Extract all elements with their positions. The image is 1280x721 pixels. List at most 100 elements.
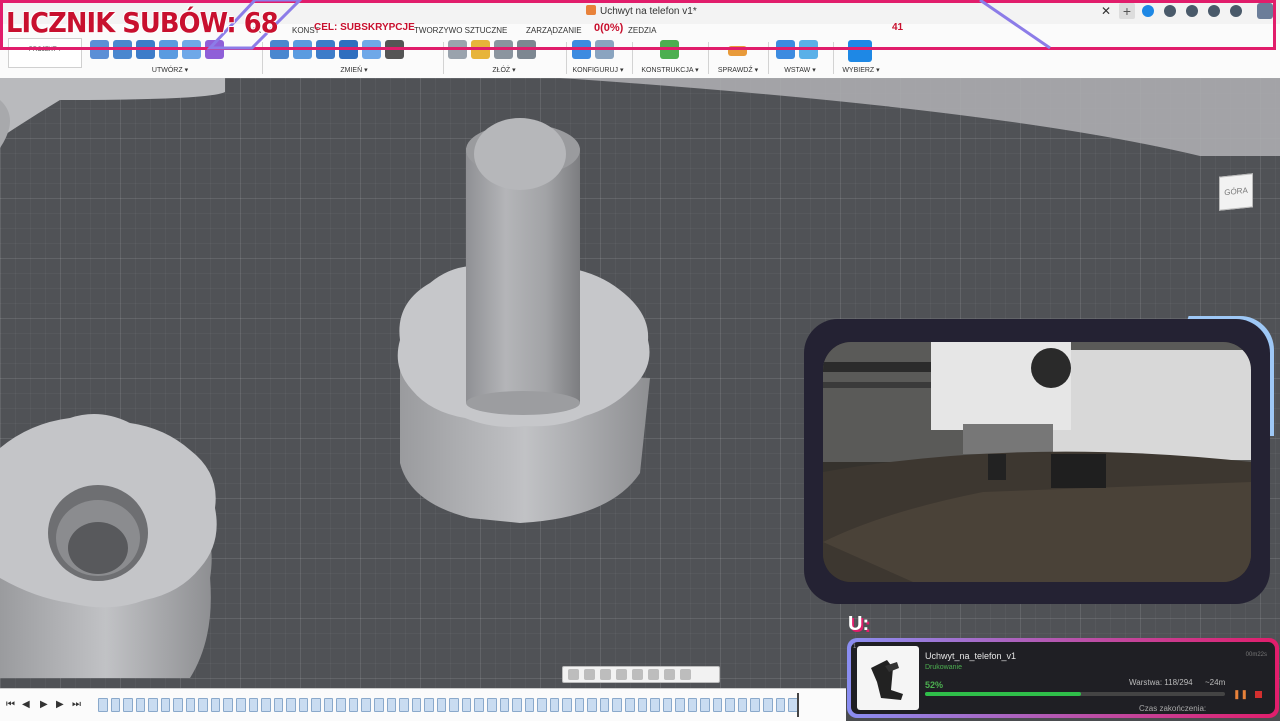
timeline-feature[interactable] <box>599 698 610 712</box>
move-icon[interactable] <box>385 40 404 59</box>
timeline-feature[interactable] <box>98 698 108 712</box>
construct-menu[interactable]: KONSTRUKCJA ▾ <box>638 66 702 74</box>
insert-derive-icon[interactable] <box>776 40 795 59</box>
partial-part-top-left[interactable] <box>0 78 225 138</box>
timeline-feature[interactable] <box>311 698 321 712</box>
timeline-feature[interactable] <box>424 698 434 712</box>
timeline-feature[interactable] <box>261 698 271 712</box>
configure-menu[interactable]: KONFIGURUJ ▾ <box>570 66 626 74</box>
timeline-next-icon[interactable]: ▶ <box>56 699 64 710</box>
viewports-icon[interactable] <box>680 669 691 680</box>
timeline-feature[interactable] <box>374 698 384 712</box>
select-icon[interactable] <box>848 40 872 62</box>
timeline-feature[interactable] <box>675 698 685 712</box>
timeline-marker[interactable] <box>797 693 799 717</box>
timeline-feature[interactable] <box>737 698 748 712</box>
measure-icon[interactable] <box>728 46 747 56</box>
timeline-feature[interactable] <box>662 698 673 712</box>
timeline-feature[interactable] <box>198 698 208 712</box>
create-menu[interactable]: UTWÓRZ ▾ <box>90 66 250 74</box>
insert-canvas-icon[interactable] <box>799 40 818 59</box>
extensions-icon[interactable] <box>1142 5 1154 17</box>
pause-icon[interactable]: ❚❚ <box>1233 689 1248 700</box>
timeline-feature[interactable] <box>562 698 572 712</box>
timeline-feature[interactable] <box>298 698 309 712</box>
online-status-icon[interactable] <box>1186 5 1198 17</box>
as-built-joint-icon[interactable] <box>494 40 513 59</box>
timeline-feature[interactable] <box>725 698 735 712</box>
timeline-feature[interactable] <box>286 698 296 712</box>
timeline-feature[interactable] <box>637 698 648 712</box>
timeline-feature[interactable] <box>185 698 196 712</box>
timeline-feature[interactable] <box>549 698 560 712</box>
timeline-feature[interactable] <box>173 698 183 712</box>
timeline-feature[interactable] <box>123 698 133 712</box>
timeline-feature[interactable] <box>148 698 158 712</box>
timeline-feature[interactable] <box>361 698 372 712</box>
timeline-feature[interactable] <box>474 698 484 712</box>
timeline-first-icon[interactable]: ⏮ <box>6 699 15 710</box>
timeline-feature[interactable] <box>574 698 585 712</box>
timeline-feature[interactable] <box>624 698 635 712</box>
joint-icon[interactable] <box>471 40 490 59</box>
timeline-feature[interactable] <box>775 698 786 712</box>
tab-manage[interactable]: ZARZĄDZANIE <box>526 26 582 35</box>
modify-menu[interactable]: ZMIEŃ ▾ <box>270 66 438 74</box>
timeline-feature[interactable] <box>750 698 760 712</box>
create-sketch-icon[interactable] <box>90 40 109 59</box>
timeline-feature[interactable] <box>399 698 409 712</box>
form-icon[interactable] <box>205 40 224 59</box>
timeline-last-icon[interactable]: ⏭ <box>72 699 81 710</box>
timeline-feature[interactable] <box>712 698 723 712</box>
timeline-feature[interactable] <box>386 698 397 712</box>
stop-icon[interactable] <box>1255 691 1262 698</box>
joint-origin-icon[interactable] <box>517 40 536 59</box>
timeline-feature[interactable] <box>700 698 710 712</box>
new-component-icon[interactable] <box>448 40 467 59</box>
grid-settings-icon[interactable] <box>664 669 675 680</box>
timeline-feature[interactable] <box>587 698 597 712</box>
look-at-icon[interactable] <box>584 669 595 680</box>
timeline-feature[interactable] <box>223 698 234 712</box>
configure-icon[interactable] <box>572 40 591 59</box>
timeline-feature[interactable] <box>499 698 510 712</box>
timeline-feature[interactable] <box>110 698 121 712</box>
timeline-feature[interactable] <box>524 698 535 712</box>
timeline-feature[interactable] <box>348 698 359 712</box>
help-icon[interactable] <box>1230 5 1242 17</box>
timeline-feature[interactable] <box>650 698 660 712</box>
timeline-feature[interactable] <box>323 698 334 712</box>
close-tab-button[interactable]: ✕ <box>1101 4 1111 18</box>
timeline-track[interactable] <box>98 698 798 712</box>
timeline-feature[interactable] <box>687 698 698 712</box>
select-menu[interactable]: WYBIERZ ▾ <box>836 66 886 74</box>
tab-plastic[interactable]: TWORZYWO SZTUCZNE <box>414 26 507 35</box>
timeline-feature[interactable] <box>210 698 221 712</box>
fillet-icon[interactable] <box>293 40 312 59</box>
timeline-feature[interactable] <box>461 698 472 712</box>
notifications-icon[interactable] <box>1208 5 1220 17</box>
timeline-feature[interactable] <box>762 698 773 712</box>
timeline-feature[interactable] <box>436 698 447 712</box>
timeline-feature[interactable] <box>449 698 459 712</box>
split-icon[interactable] <box>362 40 381 59</box>
timeline-play-icon[interactable]: ▶ <box>40 699 48 710</box>
avatar[interactable] <box>1257 3 1273 19</box>
timeline-feature[interactable] <box>248 698 259 712</box>
assemble-menu[interactable]: ZŁÓŻ ▾ <box>448 66 560 74</box>
revolve-icon[interactable] <box>136 40 155 59</box>
combine-icon[interactable] <box>339 40 358 59</box>
zoom-window-icon[interactable] <box>632 669 643 680</box>
hole-icon[interactable] <box>159 40 178 59</box>
bolt-shaft[interactable] <box>466 118 580 415</box>
timeline-feature[interactable] <box>411 698 422 712</box>
base-plate-edge[interactable] <box>560 78 1280 156</box>
orbit-icon[interactable] <box>568 669 579 680</box>
insert-menu[interactable]: WSTAW ▾ <box>772 66 828 74</box>
inspect-menu[interactable]: SPRAWDŹ ▾ <box>712 66 764 74</box>
pattern-icon[interactable] <box>182 40 201 59</box>
jobs-icon[interactable] <box>1164 5 1176 17</box>
extrude-icon[interactable] <box>113 40 132 59</box>
project-button[interactable]: PROJEKT ▾ <box>8 38 82 68</box>
timeline-feature[interactable] <box>612 698 622 712</box>
